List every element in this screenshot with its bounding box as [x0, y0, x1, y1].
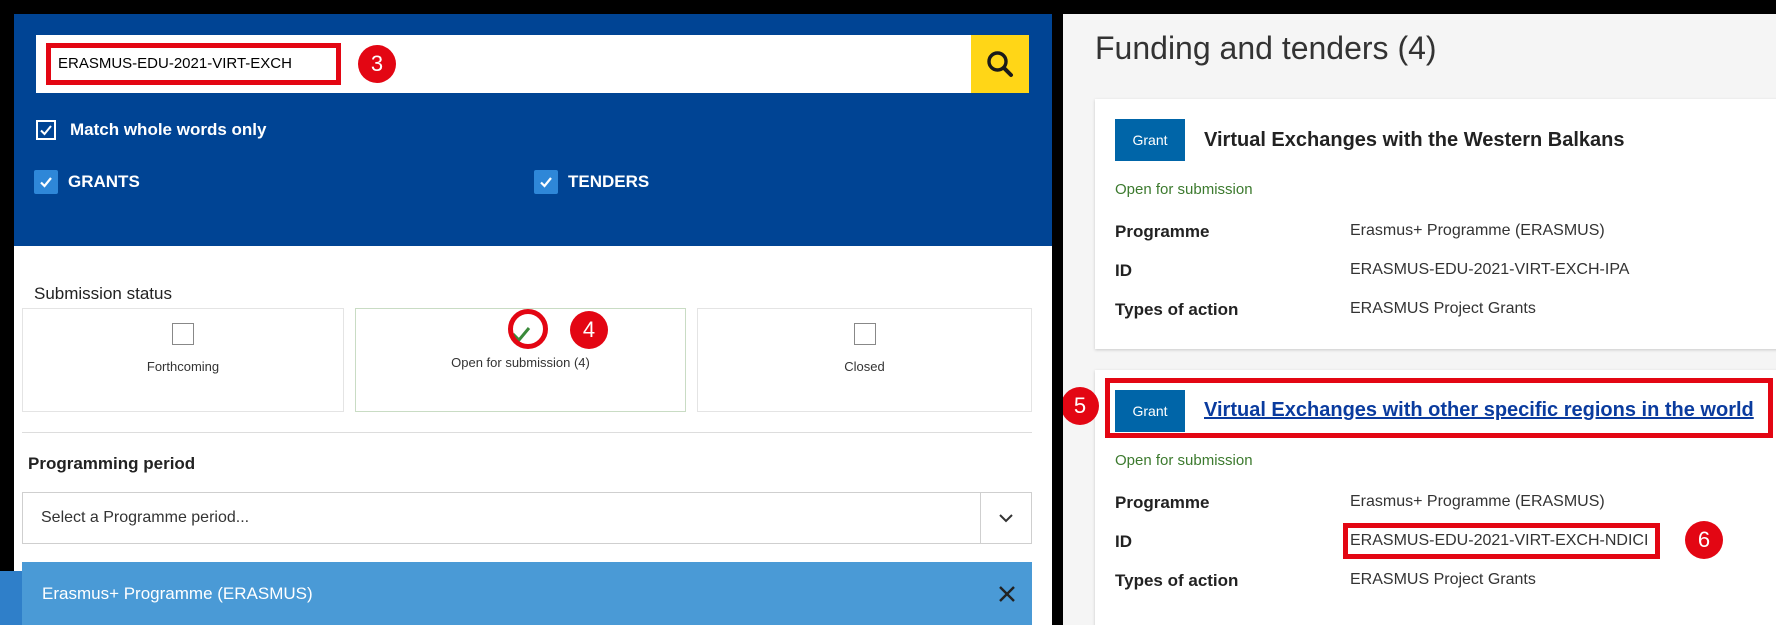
annotation-badge-4: 4 — [570, 311, 608, 349]
programming-period-title: Programming period — [28, 454, 196, 473]
grant-badge: Grant — [1115, 119, 1185, 161]
result-card: Grant Virtual Exchanges with the Western… — [1095, 99, 1776, 349]
check-icon — [40, 125, 52, 136]
result-card: Grant Virtual Exchanges with other speci… — [1095, 370, 1776, 625]
programme-period-select[interactable]: Select a Programme period... — [22, 492, 1032, 544]
programme-value: Erasmus+ Programme (ERASMUS) — [1350, 222, 1605, 239]
types-value: ERASMUS Project Grants — [1350, 300, 1536, 317]
tenders-label: TENDERS — [568, 172, 650, 191]
result-status: Open for submission — [1115, 452, 1253, 469]
programme-key: Programme — [1115, 222, 1210, 241]
programme-value: Erasmus+ Programme (ERASMUS) — [1350, 493, 1605, 510]
status-checkbox[interactable] — [172, 323, 194, 345]
divider — [22, 432, 1032, 433]
types-value: ERASMUS Project Grants — [1350, 571, 1536, 588]
result-title-link[interactable]: Virtual Exchanges with other specific re… — [1204, 399, 1754, 422]
id-value: ERASMUS-EDU-2021-VIRT-EXCH-NDICI — [1350, 532, 1649, 549]
selected-programme-label: Erasmus+ Programme (ERASMUS) — [42, 583, 313, 603]
results-panel: Funding and tenders (4) Grant Virtual Ex… — [1063, 14, 1776, 625]
checkbox-box — [534, 170, 558, 194]
remove-programme-button[interactable] — [982, 585, 1032, 603]
search-input[interactable] — [50, 47, 360, 79]
check-icon — [540, 177, 552, 188]
grants-checkbox[interactable]: GRANTS — [34, 170, 140, 194]
id-value: ERASMUS-EDU-2021-VIRT-EXCH-IPA — [1350, 261, 1630, 278]
id-key: ID — [1115, 261, 1132, 280]
match-whole-words-label: Match whole words only — [70, 120, 267, 139]
match-whole-words-checkbox[interactable]: Match whole words only — [36, 120, 266, 140]
annotation-badge-3: 3 — [358, 45, 396, 83]
select-arrow[interactable] — [980, 492, 1031, 544]
grants-label: GRANTS — [68, 172, 140, 191]
close-icon — [999, 585, 1015, 602]
programme-period-placeholder: Select a Programme period... — [41, 509, 250, 526]
check-icon — [40, 177, 52, 188]
types-key: Types of action — [1115, 300, 1239, 319]
annotation-circle-4 — [508, 309, 548, 349]
id-key: ID — [1115, 532, 1132, 551]
result-title[interactable]: Virtual Exchanges with the Western Balka… — [1204, 129, 1625, 152]
types-key: Types of action — [1115, 571, 1239, 590]
left-edge-accent — [0, 571, 22, 625]
search-bar: 3 — [36, 35, 1029, 93]
result-status: Open for submission — [1115, 181, 1253, 198]
search-icon — [987, 51, 1013, 77]
chevron-down-icon — [999, 514, 1013, 523]
status-label: Forthcoming — [146, 359, 220, 374]
checkbox-box — [34, 170, 58, 194]
tenders-checkbox[interactable]: TENDERS — [534, 170, 649, 194]
status-option-forthcoming[interactable]: Forthcoming — [22, 308, 344, 412]
status-checkbox[interactable] — [853, 323, 876, 345]
status-option-closed[interactable]: Closed — [697, 308, 1032, 412]
checkbox-box — [36, 120, 56, 140]
results-title: Funding and tenders (4) — [1095, 30, 1437, 66]
selected-programme-chip: Erasmus+ Programme (ERASMUS) — [22, 562, 1032, 625]
grant-badge: Grant — [1115, 390, 1185, 432]
submission-status-title: Submission status — [34, 284, 172, 303]
search-header: 3 Match whole words only — [14, 14, 1052, 246]
annotation-badge-5: 5 — [1063, 387, 1099, 425]
annotation-badge-6: 6 — [1685, 521, 1723, 559]
programme-key: Programme — [1115, 493, 1210, 512]
status-label: Closed — [844, 359, 885, 374]
status-label: Open for submission (4) — [451, 355, 590, 370]
search-filter-panel: 3 Match whole words only — [14, 14, 1052, 625]
screenshot-frame: 3 Match whole words only — [0, 0, 1776, 625]
search-button[interactable] — [971, 35, 1029, 93]
